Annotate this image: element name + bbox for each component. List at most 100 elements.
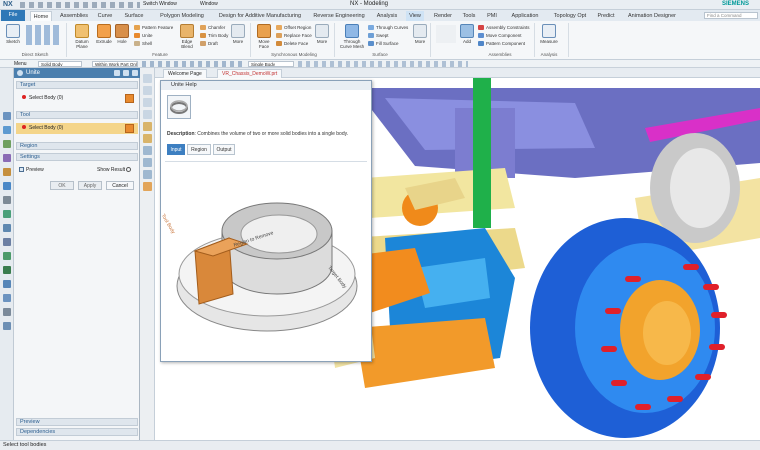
snap-tools-icons[interactable] <box>142 61 242 67</box>
tab-predict[interactable]: Predict <box>596 11 616 21</box>
show-result-button[interactable]: Show Result <box>97 166 132 175</box>
fit-icon[interactable] <box>143 74 152 83</box>
tab-application[interactable]: Application <box>508 11 542 21</box>
feature-more-button[interactable]: More <box>230 24 246 44</box>
shell-button[interactable]: Shell <box>134 40 152 47</box>
tab-render[interactable]: Render <box>432 11 454 21</box>
hd3d-tools-icon[interactable] <box>3 168 11 176</box>
ok-button[interactable]: OK <box>50 181 74 190</box>
fill-surface-button[interactable]: Fill Surface <box>368 40 399 47</box>
system-materials-icon[interactable] <box>3 210 11 218</box>
tab-reverse-engineering[interactable]: Reverse Engineering <box>312 11 366 21</box>
trim-body-button[interactable]: Trim Body <box>200 32 228 39</box>
tab-welcome-page[interactable]: Welcome Page <box>163 69 207 78</box>
tool-section[interactable]: Tool <box>16 111 138 119</box>
offset-region-button[interactable]: Offset Region <box>276 24 311 31</box>
pattern-feature-button[interactable]: Pattern Feature <box>134 24 173 31</box>
target-section[interactable]: Target <box>16 81 138 89</box>
chamfer-button[interactable]: Chamfer <box>200 24 225 31</box>
tab-dfam[interactable]: Design for Additive Manufacturing <box>214 11 306 21</box>
dependencies-section[interactable]: Dependencies <box>16 428 138 436</box>
settings-section[interactable]: Settings <box>16 153 138 161</box>
render-icon[interactable] <box>143 182 152 191</box>
constraint-navigator-icon[interactable] <box>3 140 11 148</box>
tab-assemblies[interactable]: Assemblies <box>58 11 90 21</box>
tab-home[interactable]: Home <box>30 11 52 21</box>
model-views-icon[interactable] <box>3 280 11 288</box>
swept-button[interactable]: Swept <box>368 32 389 39</box>
part-navigator-icon[interactable] <box>3 112 11 120</box>
roles-icon[interactable] <box>3 252 11 260</box>
curve-rule-select[interactable]: Single Body <box>248 61 294 67</box>
layer-icon[interactable] <box>143 158 152 167</box>
extrude-button[interactable]: Extrude <box>94 24 114 44</box>
tab-part-file[interactable]: VR_Chassis_DemoW.prt <box>217 69 283 78</box>
tab-polygon-modeling[interactable]: Polygon Modeling <box>156 11 208 21</box>
tab-region[interactable]: Region <box>187 144 211 155</box>
tab-animation-designer[interactable]: Animation Designer <box>626 11 678 21</box>
selection-scope-select[interactable]: Within Work Part Only <box>92 61 138 67</box>
preview-section[interactable]: Preview <box>16 418 138 426</box>
tab-view[interactable]: View <box>406 11 424 21</box>
through-curve-mesh-button[interactable]: Through Curve Mesh <box>338 24 366 49</box>
apply-button[interactable]: Apply <box>78 181 102 190</box>
measure-button[interactable]: Measure <box>538 24 560 44</box>
tab-topology-opt[interactable]: Topology Opt <box>552 11 588 21</box>
teamcenter-icon[interactable] <box>3 322 11 330</box>
window-menu[interactable]: Window <box>200 1 218 7</box>
type-filter-select[interactable]: Solid Body <box>38 61 82 67</box>
region-section[interactable]: Region <box>16 142 138 150</box>
selection-tools-icons[interactable] <box>298 61 468 67</box>
quick-access-icons[interactable] <box>20 2 140 8</box>
system-scene-icon[interactable] <box>3 266 11 274</box>
body-cube-icon[interactable] <box>125 124 134 133</box>
body-cube-icon[interactable] <box>125 94 134 103</box>
web-browser-icon[interactable] <box>3 182 11 190</box>
shaded-icon[interactable] <box>143 122 152 131</box>
menu-button[interactable]: Menu <box>14 61 27 67</box>
move-face-button[interactable]: Move Face <box>254 24 274 49</box>
help-icon[interactable] <box>123 70 129 76</box>
command-finder[interactable]: Find a Command <box>704 12 758 19</box>
curve-tools-icons[interactable] <box>26 25 62 45</box>
tab-file[interactable]: File <box>1 10 25 21</box>
rotate-icon[interactable] <box>143 98 152 107</box>
tab-tools[interactable]: Tools <box>460 11 478 21</box>
tab-pmi[interactable]: PMI <box>484 11 500 21</box>
target-select-body[interactable]: Select Body (0) <box>16 93 138 104</box>
tab-input[interactable]: Input <box>167 144 185 155</box>
move-component-button[interactable]: Move Component <box>478 32 522 39</box>
cam-icon[interactable] <box>3 294 11 302</box>
tab-analysis[interactable]: Analysis <box>374 11 400 21</box>
search-input[interactable]: Find a Command <box>705 13 757 18</box>
tab-curve[interactable]: Curve <box>96 11 114 21</box>
tab-surface[interactable]: Surface <box>122 11 146 21</box>
sync-more-button[interactable]: More <box>314 24 330 44</box>
pattern-component-button[interactable]: Pattern Component <box>478 40 525 47</box>
switch-window-button[interactable]: Switch Window <box>143 1 177 7</box>
delete-face-button[interactable]: Delete Face <box>276 40 308 47</box>
add-component-button[interactable]: Add <box>460 24 474 44</box>
zoom-icon[interactable] <box>143 86 152 95</box>
assembly-navigator-icon[interactable] <box>3 126 11 134</box>
reuse-library-icon[interactable] <box>3 154 11 162</box>
surface-more-button[interactable]: More <box>412 24 428 44</box>
orient-icon[interactable] <box>143 146 152 155</box>
through-curves-button[interactable]: Through Curves <box>368 24 408 31</box>
sketch-button[interactable]: Sketch <box>4 24 22 44</box>
reset-icon[interactable] <box>114 70 120 76</box>
cancel-button[interactable]: Cancel <box>106 181 134 190</box>
edge-blend-button[interactable]: Edge Blend <box>176 24 198 49</box>
datum-plane-button[interactable]: Datum Plane <box>72 24 92 49</box>
assembly-constraints-button[interactable]: Assembly Constraints <box>478 24 530 31</box>
section-icon[interactable] <box>143 134 152 143</box>
close-icon[interactable] <box>132 70 138 76</box>
replace-face-button[interactable]: Replace Face <box>276 32 312 39</box>
unite-button[interactable]: Unite <box>134 32 153 39</box>
draft-button[interactable]: Draft <box>200 40 218 47</box>
pan-icon[interactable] <box>143 110 152 119</box>
analysis-navigator-icon[interactable] <box>3 308 11 316</box>
process-studio-icon[interactable] <box>3 224 11 232</box>
manufacturing-wizards-icon[interactable] <box>3 238 11 246</box>
tool-select-body[interactable]: Select Body (0) <box>16 123 138 134</box>
